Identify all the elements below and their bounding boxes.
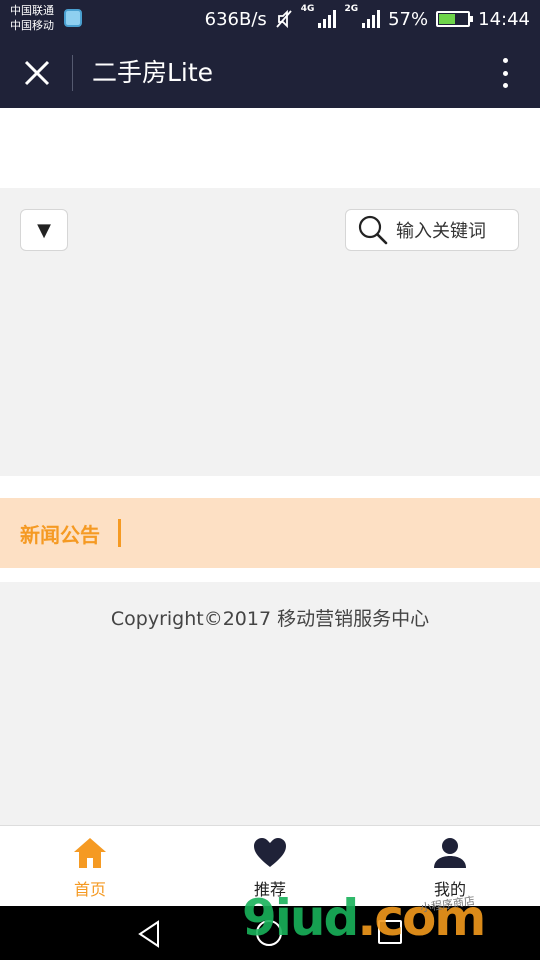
- mute-icon: [276, 9, 292, 29]
- more-dot-icon: [502, 70, 508, 76]
- news-separator: [118, 519, 121, 547]
- carrier-2: 中国移动: [10, 19, 54, 32]
- search-placeholder: 输入关键词: [396, 221, 486, 242]
- notification-app-icon: [64, 9, 82, 27]
- user-icon: [434, 838, 466, 868]
- battery-icon: [436, 11, 474, 27]
- close-icon: [24, 60, 50, 86]
- signal-4g-icon: [318, 10, 337, 28]
- more-dot-icon: [502, 58, 508, 63]
- tab-home[interactable]: 首页: [0, 826, 180, 906]
- section-gap: [0, 568, 540, 582]
- close-button[interactable]: [20, 56, 54, 90]
- tab-home-label: 首页: [73, 880, 106, 899]
- heart-icon: [254, 838, 286, 867]
- more-menu-button[interactable]: [490, 54, 520, 92]
- clock: 14:44: [478, 8, 530, 30]
- dropdown-arrow-icon: ▼: [37, 219, 51, 241]
- section-gap: [0, 476, 540, 498]
- watermark-text-green: 9iud: [242, 889, 359, 947]
- news-title: 新闻公告: [20, 522, 100, 547]
- filter-area: ▼ 输入关键词: [0, 188, 540, 476]
- copyright-text: Copyright©2017 移动营销服务中心: [110, 608, 430, 630]
- title-bar: 二手房Lite: [0, 38, 540, 108]
- carrier-1: 中国联通: [10, 4, 54, 17]
- home-icon: [74, 838, 106, 868]
- network-2g-label: 2G: [344, 4, 359, 14]
- battery-percent: 57%: [388, 8, 429, 30]
- status-indicators: 636B/s 4G 2G 57% 14:44: [205, 0, 530, 38]
- search-input[interactable]: 输入关键词: [345, 209, 519, 251]
- back-icon[interactable]: [136, 920, 162, 948]
- title-divider: [72, 55, 73, 91]
- status-bar: 中国联通 中国移动 636B/s 4G 2G 57% 14:44: [0, 0, 540, 38]
- page-title: 二手房Lite: [92, 58, 214, 87]
- search-icon: [358, 215, 388, 245]
- network-speed: 636B/s: [204, 8, 267, 30]
- news-bar[interactable]: 新闻公告: [0, 498, 540, 568]
- region-dropdown[interactable]: ▼: [20, 209, 68, 251]
- more-dot-icon: [502, 83, 508, 88]
- carrier-info: 中国联通 中国移动: [10, 3, 54, 33]
- banner-area: [0, 108, 540, 188]
- network-4g-label: 4G: [300, 4, 315, 14]
- signal-2g-icon: [362, 10, 381, 28]
